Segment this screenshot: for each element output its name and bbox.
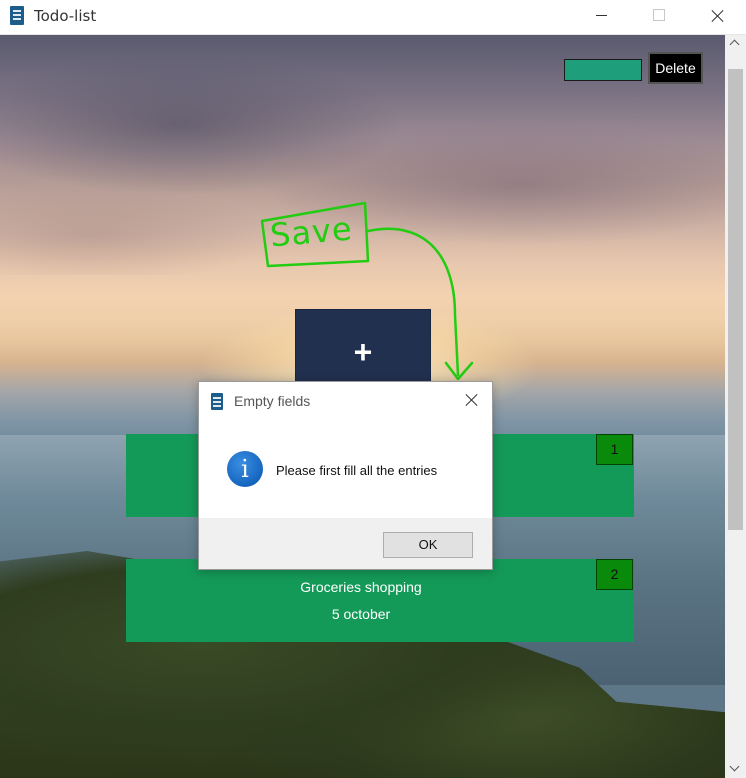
info-icon: i bbox=[227, 451, 263, 487]
dialog-footer: OK bbox=[199, 518, 492, 569]
dialog-close-button[interactable] bbox=[461, 390, 481, 410]
notepad-icon bbox=[211, 393, 223, 410]
save-annotation-label: Save bbox=[268, 209, 355, 255]
close-window-button[interactable] bbox=[694, 0, 740, 32]
dialog-title: Empty fields bbox=[234, 393, 311, 409]
maximize-button[interactable] bbox=[636, 0, 682, 32]
todo-number-badge[interactable]: 1 bbox=[596, 434, 633, 465]
empty-fields-dialog: Empty fields i Please first fill all the… bbox=[198, 381, 493, 570]
ok-button[interactable]: OK bbox=[383, 532, 473, 558]
scroll-thumb[interactable] bbox=[728, 69, 743, 530]
notepad-icon bbox=[10, 6, 24, 25]
title-bar: Todo-list bbox=[0, 0, 746, 35]
todo-date: 5 october bbox=[331, 606, 391, 622]
dialog-message: Please first fill all the entries bbox=[276, 463, 438, 478]
todo-number-badge[interactable]: 2 bbox=[596, 559, 633, 590]
todo-card: Groceries shopping 5 october 2 bbox=[126, 559, 634, 642]
todo-title: Groceries shopping bbox=[300, 579, 422, 595]
minimize-button[interactable] bbox=[578, 0, 624, 32]
vertical-scrollbar[interactable] bbox=[725, 35, 746, 778]
window-title: Todo-list bbox=[34, 7, 97, 25]
scroll-down-arrow-icon[interactable] bbox=[725, 761, 746, 778]
scroll-up-arrow-icon[interactable] bbox=[725, 35, 746, 52]
